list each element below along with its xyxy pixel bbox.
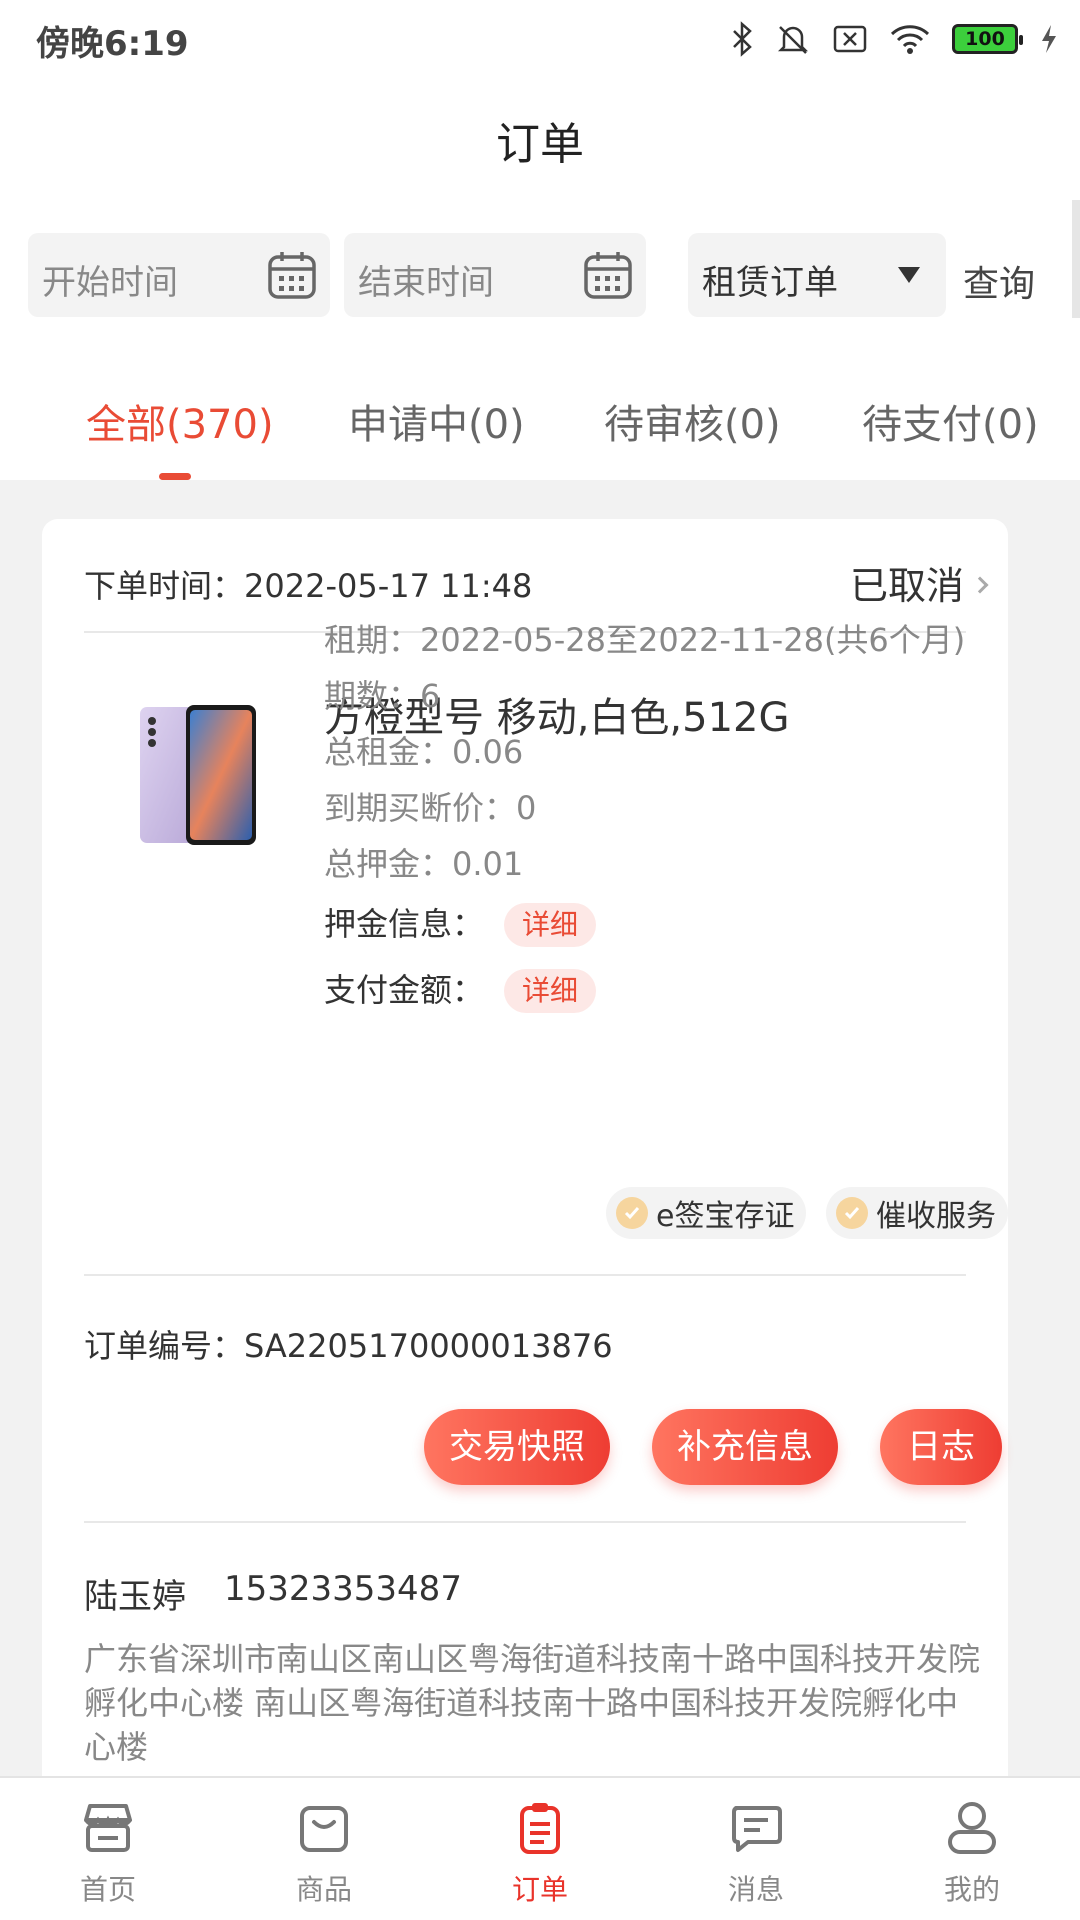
calendar-icon (584, 252, 632, 299)
collection-service-badge[interactable]: 催收服务 (826, 1187, 1008, 1239)
total-rent: 总租金：0.06 (324, 733, 524, 771)
divider (84, 1521, 966, 1523)
esign-badge-label: e签宝存证 (656, 1199, 795, 1234)
status-time: 傍晚6:19 (36, 24, 189, 64)
end-date-field[interactable]: 结束时间 (344, 233, 646, 317)
order-number: 订单编号：SA2205170000013876 (84, 1327, 613, 1365)
tab-pending-payment[interactable]: 待支付(0) (862, 392, 1039, 450)
bluetooth-icon (733, 21, 752, 57)
payment-amount-label: 支付金额： (324, 971, 485, 1009)
check-icon (616, 1197, 648, 1229)
product-image[interactable] (138, 699, 260, 849)
dropdown-triangle-icon (898, 267, 920, 283)
tab-applying[interactable]: 申请中(0) (348, 392, 525, 450)
message-icon (732, 1806, 782, 1852)
tab-pending-review[interactable]: 待审核(0) (604, 392, 781, 450)
trade-snapshot-button[interactable]: 交易快照 (424, 1409, 610, 1485)
query-button[interactable]: 查询 (963, 255, 1035, 307)
mute-bell-icon (777, 26, 809, 54)
user-icon (948, 1802, 996, 1854)
nav-products-label: 商品 (295, 1873, 352, 1906)
bottom-nav: 首页 商品 订单 消息 我的 (0, 1776, 1080, 1920)
end-date-placeholder: 结束时间 (358, 263, 494, 303)
check-icon (836, 1197, 868, 1229)
nav-home[interactable]: 首页 (48, 1798, 168, 1908)
log-button[interactable]: 日志 (880, 1409, 1002, 1485)
nav-messages-label: 消息 (727, 1873, 784, 1906)
page-title: 订单 (496, 119, 584, 170)
customer-address: 广东省深圳市南山区南山区粤海街道科技南十路中国科技开发院孵化中心楼 南山区粤海街… (84, 1640, 981, 1766)
nav-orders[interactable]: 订单 (480, 1798, 600, 1908)
chevron-right-icon (971, 576, 989, 593)
store-icon (84, 1804, 132, 1852)
supplement-info-button[interactable]: 补充信息 (652, 1409, 838, 1485)
buyout-price: 到期买断价：0 (324, 789, 537, 827)
nav-profile-label: 我的 (943, 1873, 1000, 1906)
deposit-detail-button[interactable]: 详细 (504, 903, 596, 947)
nav-orders-label: 订单 (511, 1873, 568, 1906)
battery-icon: 100 (952, 24, 1023, 54)
order-time: 下单时间：2022-05-17 11:48 (84, 567, 533, 605)
charging-bolt-icon (1042, 25, 1056, 53)
deposit-info-label: 押金信息： (324, 905, 485, 943)
nav-home-label: 首页 (79, 1873, 136, 1906)
sim-off-icon (833, 25, 867, 53)
order-status-link[interactable]: 已取消 (849, 555, 989, 610)
payment-detail-button[interactable]: 详细 (504, 969, 596, 1013)
rental-period: 租期：2022-05-28至2022-11-28(共6个月) (324, 621, 966, 659)
scroll-indicator (1072, 200, 1080, 318)
wifi-icon (890, 25, 930, 54)
start-date-field[interactable]: 开始时间 (28, 233, 330, 317)
nav-products[interactable]: 商品 (264, 1798, 384, 1908)
shopping-bag-icon (300, 1806, 348, 1852)
order-type-select[interactable]: 租赁订单 (688, 233, 946, 317)
collection-service-label: 催收服务 (876, 1199, 996, 1234)
total-deposit: 总押金：0.01 (324, 845, 524, 883)
active-tab-indicator (159, 473, 191, 480)
tab-all[interactable]: 全部(370) (86, 392, 274, 450)
order-type-value: 租赁订单 (702, 263, 838, 303)
order-status: 已取消 (849, 564, 964, 608)
order-clipboard-icon (520, 1803, 560, 1854)
status-icons: 100 (730, 18, 1058, 60)
status-bar: 傍晚6:19 100 (0, 0, 1080, 78)
nav-profile[interactable]: 我的 (912, 1798, 1032, 1908)
start-date-placeholder: 开始时间 (42, 263, 178, 303)
customer-name: 陆玉婷 (84, 1577, 186, 1617)
esign-badge[interactable]: e签宝存证 (606, 1187, 807, 1239)
nav-messages[interactable]: 消息 (696, 1798, 816, 1908)
customer-phone: 15323353487 (224, 1569, 462, 1609)
order-card: 下单时间：2022-05-17 11:48 已取消 方橙型号 移动,白色,512… (42, 519, 1008, 1839)
calendar-icon (268, 252, 316, 299)
installment-count: 期数：6 (324, 677, 441, 715)
divider (84, 1274, 966, 1276)
